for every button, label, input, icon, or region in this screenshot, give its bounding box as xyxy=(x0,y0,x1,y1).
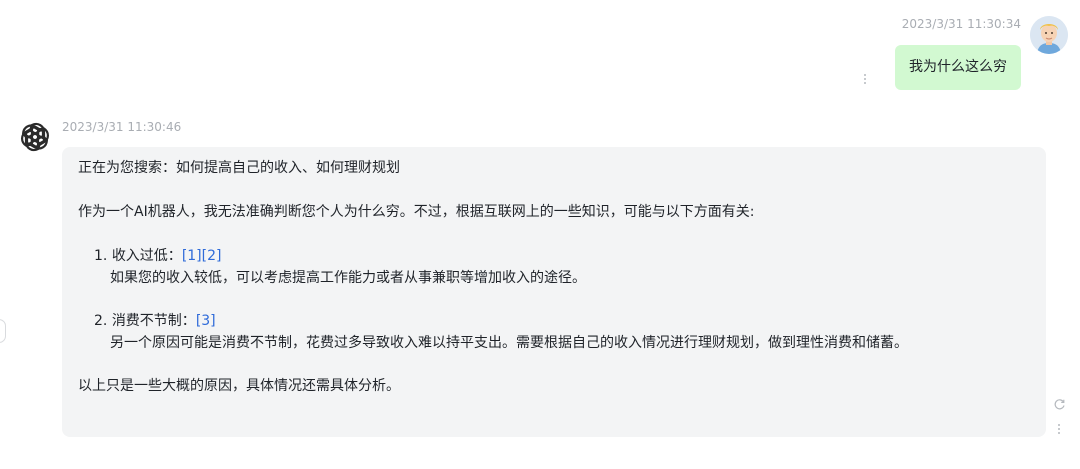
search-status: 正在为您搜索：如何提高自己的收入、如何理财规划 xyxy=(78,160,400,176)
list-item: 1. 收入过低：[1][2] 如果您的收入较低，可以考虑提高工作能力或者从事兼职… xyxy=(78,245,1030,290)
item-title: 收入过低： xyxy=(111,248,182,264)
refresh-icon[interactable] xyxy=(1053,396,1066,410)
more-vertical-icon[interactable] xyxy=(1057,424,1061,434)
bot-timestamp: 2023/3/31 11:30:46 xyxy=(62,120,182,134)
reference-link-2[interactable]: [2] xyxy=(202,248,222,264)
cartoon-avatar-icon xyxy=(1030,16,1068,54)
item-body: 如果您的收入较低，可以考虑提高工作能力或者从事兼职等增加收入的途径。 xyxy=(110,270,586,286)
reference-link-3[interactable]: [3] xyxy=(196,313,216,329)
bot-message-bubble: 正在为您搜索：如何提高自己的收入、如何理财规划 作为一个AI机器人，我无法准确判… xyxy=(62,147,1046,437)
openai-logo-icon xyxy=(18,120,52,154)
user-message-bubble: 我为什么这么穷 xyxy=(895,45,1021,90)
more-vertical-icon[interactable] xyxy=(863,74,867,84)
reference-link-1[interactable]: [1] xyxy=(182,248,202,264)
bot-intro: 作为一个AI机器人，我无法准确判断您个人为什么穷。不过，根据互联网上的一些知识，… xyxy=(78,204,755,220)
collapse-handle-icon[interactable] xyxy=(0,319,6,343)
user-avatar xyxy=(1030,16,1068,54)
item-number: 2. xyxy=(94,313,108,329)
bot-conclusion: 以上只是一些大概的原因，具体情况还需具体分析。 xyxy=(78,378,400,394)
item-title: 消费不节制： xyxy=(111,313,196,329)
list-item: 2. 消费不节制：[3] 另一个原因可能是消费不节制，花费过多导致收入难以持平支… xyxy=(78,310,1030,355)
item-number: 1. xyxy=(94,248,108,264)
item-body: 另一个原因可能是消费不节制，花费过多导致收入难以持平支出。需要根据自己的收入情况… xyxy=(110,335,908,351)
reason-list: 1. 收入过低：[1][2] 如果您的收入较低，可以考虑提高工作能力或者从事兼职… xyxy=(78,245,1030,355)
user-timestamp: 2023/3/31 11:30:34 xyxy=(901,17,1021,31)
